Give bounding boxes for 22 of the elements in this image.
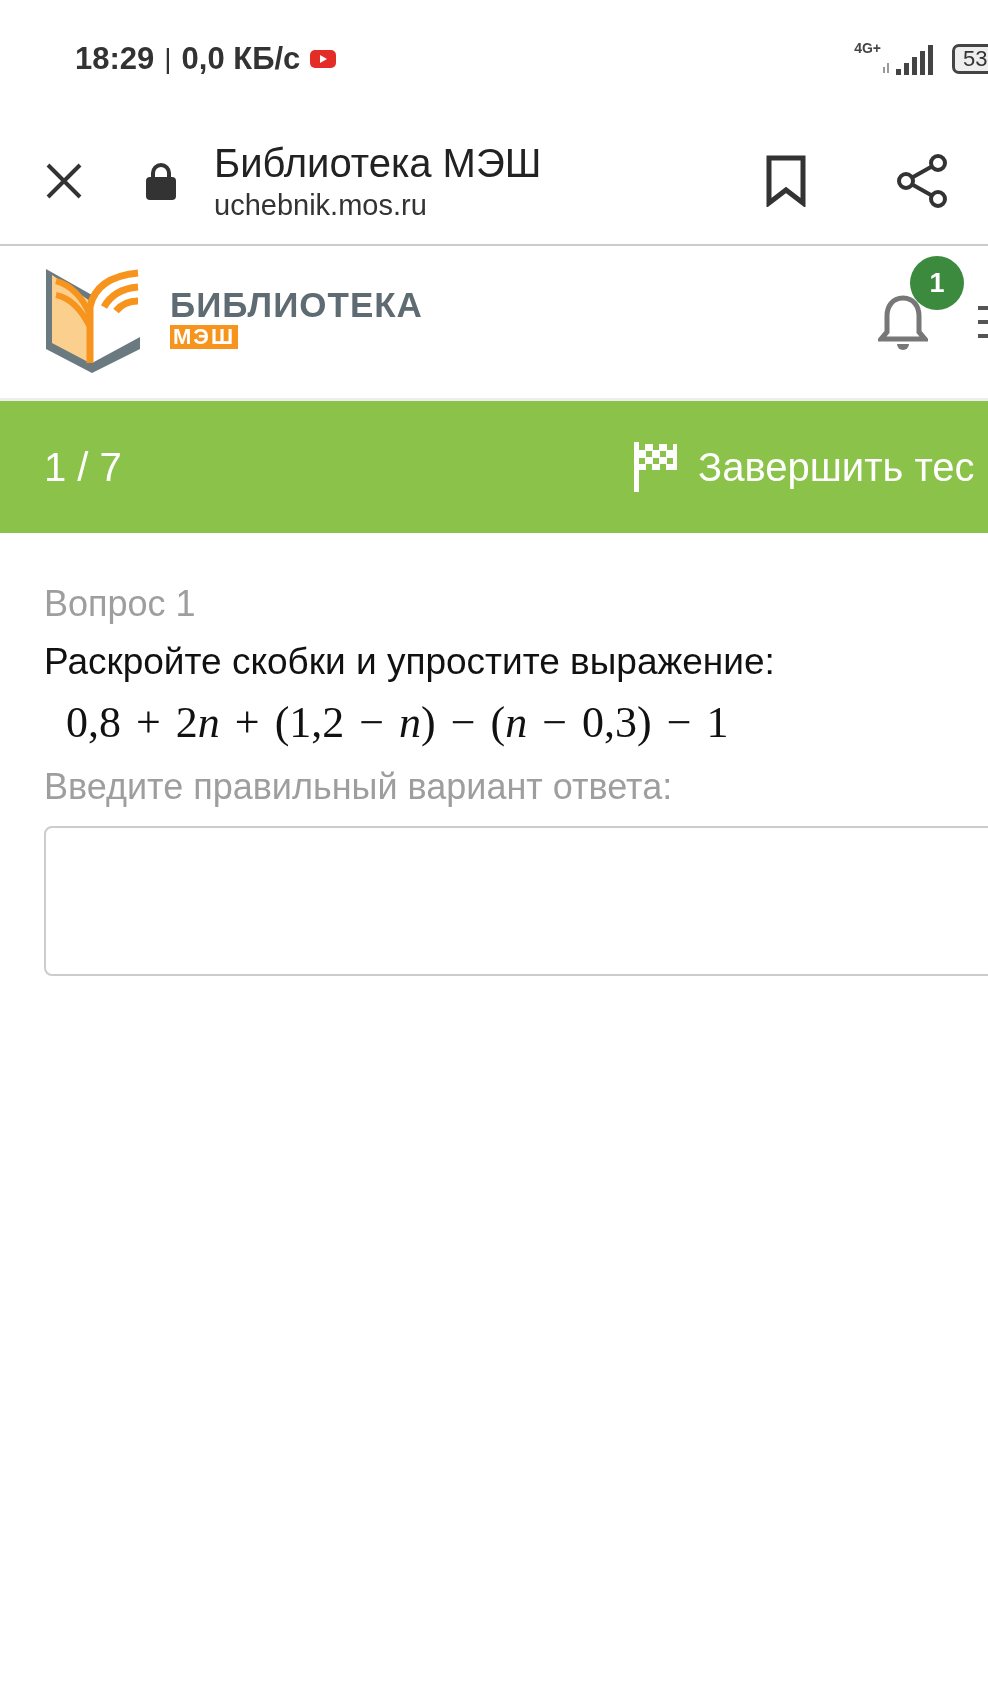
lock-icon: [146, 162, 176, 200]
network-type: 4G+: [854, 40, 881, 56]
page-url: uchebnik.mos.ru: [214, 188, 428, 223]
finish-test-link[interactable]: Завершить тес: [634, 442, 988, 492]
logo-title: БИБЛИОТЕКА: [170, 285, 423, 325]
logo-subtitle: МЭШ: [170, 325, 239, 349]
network-speed: 0,0 КБ/с: [181, 41, 301, 77]
math-expression: 0,8 + 2n + (1,2 − n) − (n − 0,3) − 1: [66, 697, 730, 748]
notification-badge: 1: [910, 256, 964, 310]
question-number: Вопрос 1: [44, 583, 197, 625]
battery-indicator: 53: [952, 44, 988, 74]
video-icon: [310, 50, 337, 68]
close-icon[interactable]: [44, 161, 84, 201]
share-icon[interactable]: [896, 153, 948, 209]
question-text: Раскройте скобки и упростите выражение:: [44, 641, 776, 683]
page-title: Библиотека МЭШ: [214, 140, 542, 187]
checkered-flag-icon: [634, 442, 678, 492]
answer-field[interactable]: [44, 826, 988, 976]
answer-prompt: Введите правильный вариант ответа:: [44, 766, 674, 808]
clock-time: 18:29: [75, 41, 155, 77]
status-separator: |: [164, 43, 172, 75]
bookmark-icon[interactable]: [766, 155, 806, 207]
